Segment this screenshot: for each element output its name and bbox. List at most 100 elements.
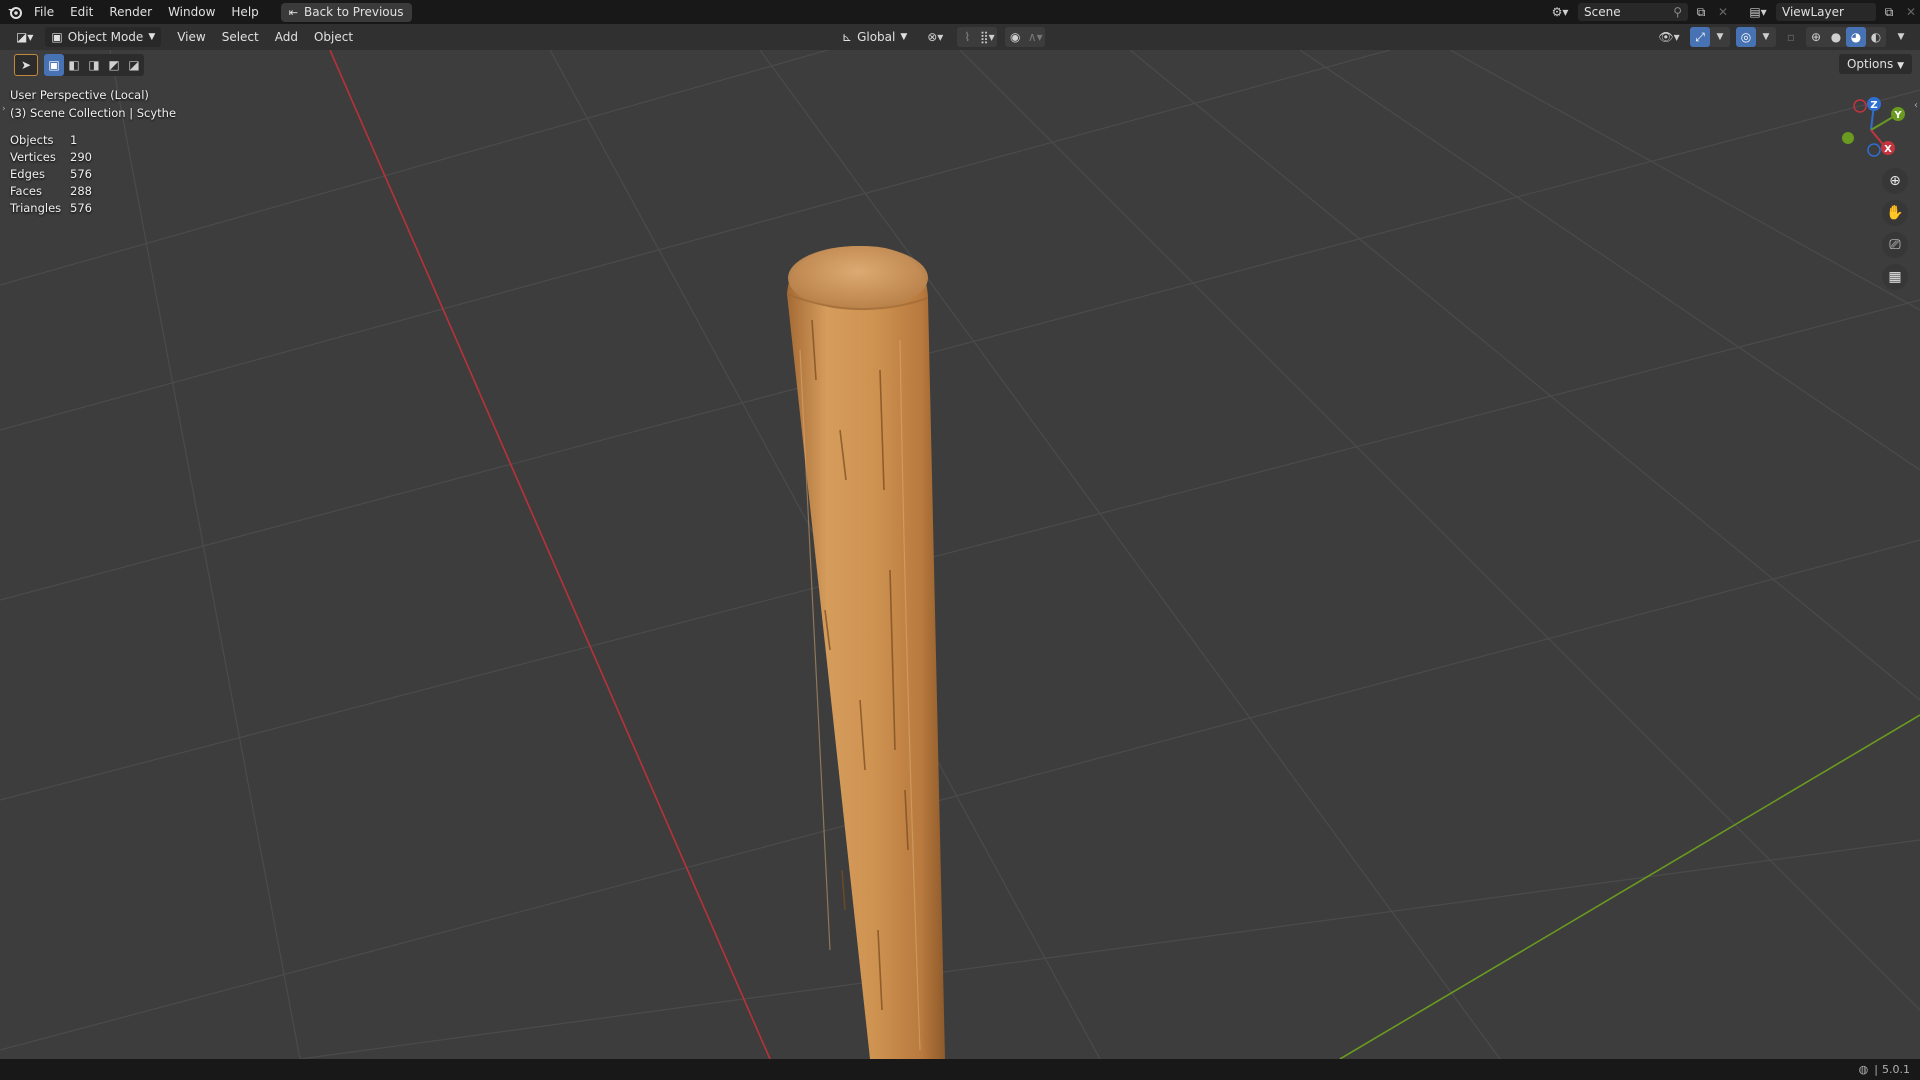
y-axis-line — [1339, 714, 1920, 1059]
header-menu-select[interactable]: Select — [214, 25, 267, 49]
viewport-info: User Perspective (Local) (3) Scene Colle… — [10, 86, 176, 122]
proportional-icon[interactable]: ◉ — [1005, 27, 1025, 47]
editor-type-icon: ◪▾ — [16, 30, 34, 44]
editor-type-button[interactable]: ◪▾ — [10, 27, 39, 47]
3d-viewport[interactable]: ➤ ▣ ◧ ◨ ◩ ◪ Options ▼ User Perspective (… — [0, 50, 1920, 1059]
stat-row-objects: Objects 1 — [10, 132, 92, 149]
menu-render[interactable]: Render — [101, 0, 160, 24]
menu-help[interactable]: Help — [223, 0, 266, 24]
xray-icon[interactable]: ▫ — [1782, 28, 1800, 46]
navigation-tools: ⊕ ✋ ⎚ ▦ — [1882, 168, 1908, 290]
visibility-icon[interactable]: 👁▾ — [1654, 28, 1684, 46]
gizmo-y-label: Y — [1893, 110, 1902, 121]
proportional-group: ◉ ∧▾ — [1005, 27, 1046, 47]
stat-label: Objects — [10, 133, 54, 147]
collection-path: (3) Scene Collection | Scythe — [10, 106, 177, 120]
stat-row-triangles: Triangles 576 — [10, 200, 92, 217]
snap-toggle-icon[interactable]: ⌇ — [957, 27, 977, 47]
version-label: 5.0.1 — [1882, 1063, 1910, 1076]
object-mode-label: Object Mode — [67, 30, 144, 44]
snap-group: ⌇ ⣿▾ — [957, 27, 998, 47]
options-dropdown[interactable]: Options ▼ — [1838, 54, 1912, 74]
stat-value: 576 — [70, 167, 92, 181]
orientation-label: Global — [857, 30, 896, 44]
new-scene-icon[interactable]: ⧉ — [1692, 3, 1710, 21]
camera-icon[interactable]: ⎚ — [1882, 232, 1908, 258]
chevron-down-icon: ▼ — [148, 32, 156, 42]
delete-viewlayer-icon[interactable]: ✕ — [1902, 3, 1920, 21]
material-shading-icon[interactable]: ◕ — [1846, 27, 1866, 47]
gizmo-dropdown-icon[interactable]: ▼ — [1710, 27, 1730, 47]
viewlayer-name: ViewLayer — [1782, 5, 1844, 19]
shading-dropdown-icon[interactable]: ▼ — [1892, 28, 1910, 46]
viewlayer-icon[interactable]: ▤▾ — [1744, 3, 1772, 21]
menu-file[interactable]: File — [26, 0, 62, 24]
navigation-gizmo[interactable]: Z Y X — [1826, 90, 1916, 170]
stat-label: Faces — [10, 184, 42, 198]
wireframe-shading-icon[interactable]: ⊕ — [1806, 27, 1826, 47]
falloff-icon[interactable]: ∧▾ — [1025, 27, 1045, 47]
top-menubar: File Edit Render Window Help ⇤ Back to P… — [0, 0, 1920, 24]
overlay-icon[interactable]: ◎ — [1736, 27, 1756, 47]
select-new-icon[interactable]: ▣ — [44, 54, 64, 76]
hand-icon[interactable]: ✋ — [1882, 200, 1908, 226]
select-tool-button[interactable]: ➤ — [14, 54, 38, 76]
stat-label: Triangles — [10, 201, 62, 215]
header-menu-object[interactable]: Object — [306, 25, 361, 49]
header-menu-add[interactable]: Add — [267, 25, 306, 49]
chevron-down-icon: ▼ — [900, 32, 908, 42]
gizmo-neg-x[interactable] — [1853, 99, 1867, 113]
globe-icon[interactable]: ◍ — [1859, 1063, 1869, 1076]
scythe-handle-mesh[interactable] — [786, 246, 945, 1059]
stat-row-vertices: Vertices 290 — [10, 149, 92, 166]
back-to-previous-label: Back to Previous — [303, 5, 404, 19]
status-separator: | — [1874, 1063, 1878, 1076]
object-mode-dropdown[interactable]: ▣ Object Mode ▼ — [45, 27, 162, 47]
pin-icon[interactable]: ⚲ — [1673, 5, 1682, 19]
view-name: User Perspective (Local) — [10, 88, 149, 102]
header-menu-view[interactable]: View — [169, 25, 213, 49]
gizmo-icon[interactable]: ⤢ — [1690, 27, 1710, 47]
blender-logo-icon[interactable] — [4, 3, 26, 21]
scene-name: Scene — [1584, 5, 1621, 19]
menu-edit[interactable]: Edit — [62, 0, 101, 24]
viewport-header: ◪▾ ▣ Object Mode ▼ View Select Add Objec… — [0, 24, 1920, 50]
select-extend-icon[interactable]: ◧ — [64, 54, 84, 76]
new-viewlayer-icon[interactable]: ⧉ — [1880, 3, 1898, 21]
overlay-dropdown-icon[interactable]: ▼ — [1756, 27, 1776, 47]
back-icon: ⇤ — [288, 5, 298, 19]
select-subtract-icon[interactable]: ◨ — [84, 54, 104, 76]
grid-view-icon[interactable]: ▦ — [1882, 264, 1908, 290]
scene-icon[interactable]: ⚙▾ — [1546, 3, 1574, 21]
back-to-previous-button[interactable]: ⇤ Back to Previous — [280, 2, 412, 22]
stat-label: Edges — [10, 167, 45, 181]
rendered-shading-icon[interactable]: ◐ — [1866, 27, 1886, 47]
snap-icon[interactable]: ⣿▾ — [977, 27, 997, 47]
chevron-down-icon: ▼ — [1897, 61, 1904, 71]
viewport-scene — [0, 50, 1920, 1059]
select-invert-icon[interactable]: ◩ — [104, 54, 124, 76]
x-axis-line — [329, 50, 771, 1059]
pivot-icon[interactable]: ⊗▾ — [921, 28, 949, 46]
scene-name-field[interactable]: Scene ⚲ — [1578, 3, 1688, 21]
stat-row-edges: Edges 576 — [10, 166, 92, 183]
select-intersect-icon[interactable]: ◪ — [124, 54, 144, 76]
sidebar-toggle-icon[interactable]: ‹ — [1914, 100, 1918, 111]
orientation-dropdown[interactable]: ⊾ Global ▼ — [836, 27, 913, 47]
gizmo-z-label: Z — [1870, 100, 1877, 111]
gizmo-neg-z[interactable] — [1867, 143, 1881, 157]
grid-lines — [0, 50, 1920, 1059]
solid-shading-icon[interactable]: ● — [1826, 27, 1846, 47]
stat-label: Vertices — [10, 150, 56, 164]
stat-value: 290 — [70, 150, 92, 164]
collapse-arrow-icon[interactable]: › — [2, 104, 6, 114]
gizmo-neg-y[interactable] — [1842, 132, 1854, 144]
delete-scene-icon[interactable]: ✕ — [1714, 3, 1732, 21]
cursor-arrow-icon: ➤ — [20, 58, 32, 72]
gizmo-group: ⤢ ▼ — [1690, 27, 1730, 47]
viewlayer-name-field[interactable]: ViewLayer — [1776, 3, 1876, 21]
zoom-icon[interactable]: ⊕ — [1882, 168, 1908, 194]
menu-window[interactable]: Window — [160, 0, 223, 24]
status-bar: ◍ | 5.0.1 — [0, 1059, 1920, 1080]
options-label: Options — [1846, 57, 1894, 71]
